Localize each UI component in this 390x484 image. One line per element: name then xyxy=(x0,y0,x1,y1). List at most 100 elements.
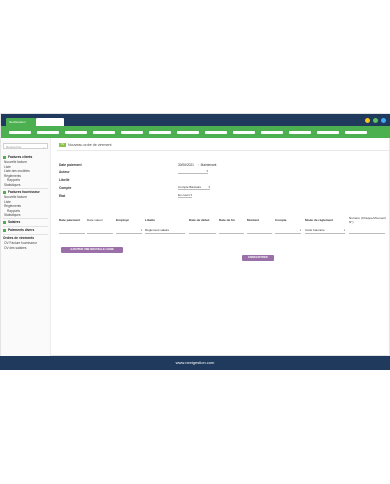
maintenant-link[interactable]: Maintenant xyxy=(201,163,217,167)
sidebar-item-reglements-fournisseur[interactable]: Règlements xyxy=(4,204,21,208)
sidebar-item-rapports-fournisseur[interactable]: Rapports xyxy=(7,209,20,213)
row-date-fin-input[interactable] xyxy=(219,228,244,234)
menu-item-4[interactable] xyxy=(93,131,115,134)
etat-label: Etat xyxy=(59,194,66,198)
menu-item-6[interactable] xyxy=(149,131,171,134)
etat-value: En cours xyxy=(178,193,190,197)
col-montant: Montant xyxy=(247,218,260,222)
row-date-debut-input[interactable] xyxy=(189,228,216,234)
sidebar-section-label: Ordres de virements xyxy=(3,236,35,240)
menu-item-11[interactable] xyxy=(289,131,311,134)
sidebar-item-statistiques-client[interactable]: Statistiques xyxy=(4,183,20,187)
sidebar-section-salaires[interactable]: Salaires xyxy=(3,220,20,224)
auteur-label: Auteur xyxy=(59,170,70,174)
sidebar-item-ov-facture-fournisseur[interactable]: OV Facture fournisseur xyxy=(4,241,37,245)
row-date-valeur-input[interactable] xyxy=(87,228,113,234)
sidebar-section-label: Factures fournisseur xyxy=(8,190,40,194)
sidebar-divider xyxy=(3,234,48,235)
app-tab[interactable]: NextGestion xyxy=(6,118,36,126)
chevron-down-icon: ▾ xyxy=(140,229,142,232)
sidebar-divider xyxy=(3,218,48,219)
maximize-icon[interactable] xyxy=(373,118,378,123)
sidebar-section-factures-fournisseur[interactable]: Factures fournisseur xyxy=(3,190,40,194)
sidebar-section-label: Paiements divers xyxy=(8,228,35,232)
chevron-down-icon: ▾ xyxy=(206,169,208,173)
sidebar-item-liste-client[interactable]: Liste xyxy=(4,165,11,169)
page-title-icon: OV xyxy=(59,143,66,147)
col-employe: Employé xyxy=(116,218,129,222)
etat-select[interactable]: En cours ▾ xyxy=(178,193,192,198)
page-title-text: Nouveau ordre de virement xyxy=(68,143,112,147)
row-employe-select[interactable]: ▾ xyxy=(116,228,142,234)
add-line-button[interactable]: AJOUTER UNE NOUVELLE LIGNE xyxy=(61,247,123,253)
sidebar-section-label: Factures clients xyxy=(8,155,33,159)
col-date-valeur: Date valeur xyxy=(87,218,103,222)
menu-item-7[interactable] xyxy=(177,131,199,134)
sidebar-search-select[interactable]: Rechercher ⌄ xyxy=(3,143,48,149)
menu-item-10[interactable] xyxy=(261,131,283,134)
menu-item-5[interactable] xyxy=(121,131,143,134)
col-date-fin: Date de fin xyxy=(219,218,235,222)
menu-item-1[interactable] xyxy=(9,131,31,134)
sidebar-item-liste-fournisseur[interactable]: Liste xyxy=(4,200,11,204)
col-date-debut: Date de début xyxy=(189,218,210,222)
chevron-down-icon: ▾ xyxy=(190,193,192,197)
row-compte-select[interactable]: ▾ xyxy=(275,228,301,234)
date-paiement-value: 30/06/2021 xyxy=(178,163,194,167)
row-montant-input[interactable] xyxy=(247,228,272,234)
col-compte: Compte xyxy=(275,218,287,222)
page-title: OV Nouveau ordre de virement xyxy=(59,143,112,147)
browser-tab[interactable] xyxy=(36,118,64,126)
sidebar-item-liste-modeles[interactable]: Liste des modèles xyxy=(4,169,30,173)
menu-item-3[interactable] xyxy=(65,131,87,134)
row-mode-reglement-select[interactable]: Carte bancaire ▾ xyxy=(305,228,345,234)
menu-item-12[interactable] xyxy=(317,131,339,134)
row-date-paiement-input[interactable] xyxy=(59,228,85,234)
row-libelle-input[interactable]: Règlement salaire xyxy=(145,228,185,234)
sidebar-item-reglements-client[interactable]: Règlements xyxy=(4,174,21,178)
compte-value: Compte Bancaire xyxy=(178,185,202,189)
square-icon xyxy=(3,190,6,194)
app-window: NextGestion Rechercher ⌄ Factures client… xyxy=(0,113,390,357)
sidebar-divider xyxy=(3,188,48,189)
clock-icon: ◔ xyxy=(196,163,199,167)
sidebar-item-statistiques-fournisseur[interactable]: Statistiques xyxy=(4,213,20,217)
col-libelle: Libellé xyxy=(145,218,155,222)
title-bar: NextGestion xyxy=(1,114,390,126)
auteur-select[interactable]: ▾ xyxy=(178,169,208,174)
minimize-icon[interactable] xyxy=(365,118,370,123)
sidebar-section-ordres-virements[interactable]: Ordres de virements xyxy=(3,236,34,240)
compte-label: Compte xyxy=(59,186,72,190)
date-paiement-label: Date paiement xyxy=(59,163,82,167)
menu-item-2[interactable] xyxy=(37,131,59,134)
menu-item-13[interactable] xyxy=(345,131,367,134)
square-icon xyxy=(3,155,6,159)
menu-item-9[interactable] xyxy=(233,131,255,134)
square-icon xyxy=(3,228,6,232)
sidebar-item-rapports-client[interactable]: Rapports xyxy=(7,178,20,182)
col-numero: Numéro (Chèque/Virement N°) xyxy=(349,216,386,224)
square-icon xyxy=(3,220,6,224)
main-content: OV Nouveau ordre de virement Date paieme… xyxy=(51,138,390,357)
top-menu xyxy=(1,126,390,138)
sidebar-section-label: Salaires xyxy=(8,220,21,224)
sidebar-item-nouvelle-facture-client[interactable]: Nouvelle facture xyxy=(4,160,27,164)
close-icon[interactable] xyxy=(381,118,386,123)
sidebar-item-ov-salaires[interactable]: OV des salaires xyxy=(4,246,27,250)
sidebar-item-nouvelle-facture-fournisseur[interactable]: Nouvelle facture xyxy=(4,195,27,199)
chevron-down-icon: ▾ xyxy=(343,229,345,232)
sidebar-search-placeholder: Rechercher xyxy=(6,145,22,149)
row-numero-input[interactable] xyxy=(349,228,385,234)
sidebar-section-paiements-divers[interactable]: Paiements divers xyxy=(3,228,34,232)
menu-item-8[interactable] xyxy=(205,131,227,134)
date-paiement-field[interactable]: 30/06/2021 ◔ Maintenant xyxy=(178,163,216,167)
compte-select[interactable]: Compte Bancaire ▾ xyxy=(178,185,210,190)
save-button[interactable]: ENREGISTRER xyxy=(242,255,274,261)
sidebar-section-factures-clients[interactable]: Factures clients xyxy=(3,155,32,159)
sidebar: Rechercher ⌄ Factures clients Nouvelle f… xyxy=(1,138,51,357)
chevron-down-icon: ▾ xyxy=(299,229,301,232)
row-mode-value: Carte bancaire xyxy=(305,228,325,232)
footer-banner: www.nextgestion.com xyxy=(0,356,390,370)
col-mode-reglement: Mode de règlement xyxy=(305,218,334,222)
footer-site: www.nextgestion.com xyxy=(175,360,215,365)
